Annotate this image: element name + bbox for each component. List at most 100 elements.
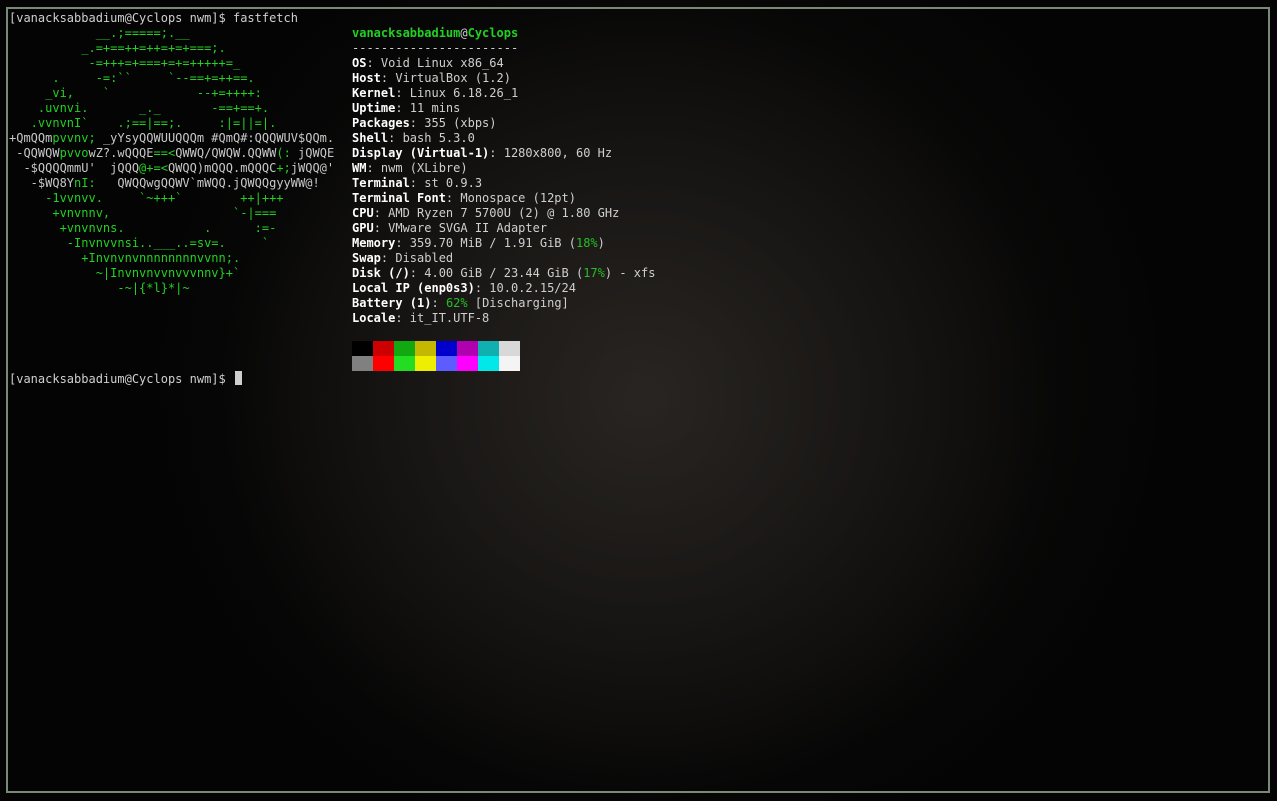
info-value: : VMware SVGA II Adapter [373,221,548,235]
logo-segment: __.;=====;.__ [9,26,190,40]
info-row: Battery (1): 62% [Discharging] [352,296,569,311]
palette-swatch-bright-3 [415,356,436,371]
logo-segment: -Invnvvnsi..___..=sv=. ` [9,236,270,250]
info-label: WM [352,161,367,175]
logo-segment: wZ?.wQQQE [88,146,154,160]
info-percent: 17% [583,266,605,280]
logo-segment: _vi, ` --+=++++: [9,86,262,100]
logo-line: -1vvnvv. `~+++` ++|+++ [9,191,284,206]
logo-segment: +vnvnnv, `-|=== [9,206,277,220]
info-row: CPU: AMD Ryzen 7 5700U (2) @ 1.80 GHz [352,206,619,221]
prompt-text: [vanacksabbadium@Cyclops nwm]$ [9,372,233,386]
palette-swatch-bright-0 [352,356,373,371]
logo-line: -$WQ8YnI: QWQQwgQQWV`mWQQ.jQWQQgyyWW@! [9,176,320,191]
info-tail: ) [597,236,605,250]
info-value: : bash 5.3.0 [388,131,475,145]
info-value: : Disabled [380,251,454,265]
info-row: Host: VirtualBox (1.2) [352,71,511,86]
info-row: Terminal: st 0.9.3 [352,176,482,191]
palette-swatch-normal-1 [373,341,394,356]
palette-swatch-normal-7 [499,341,520,356]
logo-segment: -~|{*l}*|~ [9,281,190,295]
info-row: OS: Void Linux x86_64 [352,56,504,71]
palette-swatch-bright-5 [457,356,478,371]
info-row: Kernel: Linux 6.18.26_1 [352,86,518,101]
info-label: Kernel [352,86,396,100]
info-label: Locale [352,311,396,325]
info-value: : 4.00 GiB / 23.44 GiB ( [409,266,584,280]
info-value: : 359.70 MiB / 1.91 GiB ( [395,236,576,250]
info-value: : st 0.9.3 [409,176,483,190]
info-label: Battery (1) [352,296,432,310]
logo-segment: _yYsyQQWUUQQQm #QmQ#:QQQWUV$QQm. [102,131,335,145]
logo-segment: ==< [153,146,176,160]
logo-segment: . -=:`` `--==+=++==. [9,71,255,85]
logo-segment: jWQQ@' [290,161,335,175]
username: vanacksabbadium [352,26,461,40]
shell-prompt[interactable]: [vanacksabbadium@Cyclops nwm]$ [9,371,242,387]
info-row: WM: nwm (XLibre) [352,161,468,176]
logo-segment: -1vvnvv. `~+++` ++|+++ [9,191,284,205]
logo-line: -=+++=+===+=+=+++++=_ [9,56,240,71]
logo-line: ~|Invnvnvvnvvvnnv}+` [9,266,241,281]
palette-swatch-normal-2 [394,341,415,356]
info-label: GPU [352,221,374,235]
info-label: Terminal Font [352,191,446,205]
info-value: : Void Linux x86_64 [366,56,504,70]
logo-line: . -=:`` `--==+=++==. [9,71,255,86]
info-label: Swap [352,251,381,265]
logo-line: +Invnvnvnnnnnnnnvvnn;. [9,251,240,266]
palette-swatch-bright-1 [373,356,394,371]
logo-line: -~|{*l}*|~ [9,281,190,296]
logo-line: _vi, ` --+=++++: [9,86,262,101]
logo-segment: QWWQ/QWQW.QQWW [175,146,277,160]
info-label: CPU [352,206,374,220]
logo-line: +QmQQmpvvnv; _yYsyQQWUUQQQm #QmQ#:QQQWUV… [9,131,334,146]
info-label: Display (Virtual-1) [352,146,490,160]
palette-swatch-normal-4 [436,341,457,356]
info-row: Swap: Disabled [352,251,453,266]
info-value: : Monospace (12pt) [445,191,576,205]
logo-line: __.;=====;.__ [9,26,190,41]
info-row: GPU: VMware SVGA II Adapter [352,221,547,236]
logo-segment: +; [276,161,291,175]
info-percent: 18% [575,236,598,250]
palette-swatch-normal-3 [415,341,436,356]
hostname: Cyclops [467,26,519,40]
logo-line: +vnvnvns. . :=- [9,221,277,236]
command-line: [vanacksabbadium@Cyclops nwm]$ fastfetch [9,11,298,25]
info-label: Memory [352,236,396,250]
logo-segment: pvvo [59,146,89,160]
logo-line: .uvnvi. _._ -==+==+. [9,101,269,116]
info-row: Disk (/): 4.00 GiB / 23.44 GiB (17%) - x… [352,266,655,281]
logo-segment: QWQQ)mQQQ.mQQQC [167,161,277,175]
info-label: Local IP (enp0s3) [352,281,475,295]
logo-segment: +vnvnvns. . :=- [9,221,277,235]
info-value: : VirtualBox (1.2) [380,71,511,85]
info-row: Display (Virtual-1): 1280x800, 60 Hz [352,146,612,161]
info-value: : 10.0.2.15/24 [474,281,576,295]
logo-segment: -QQWQW [9,146,60,160]
separator-line: ----------------------- [352,41,519,55]
info-row: Local IP (enp0s3): 10.0.2.15/24 [352,281,576,296]
logo-line: -QQWQWpvvowZ?.wQQQE==<QWWQ/QWQW.QQWW(: j… [9,146,334,161]
info-value: : AMD Ryzen 7 5700U (2) @ 1.80 GHz [373,206,620,220]
logo-segment: -=+++=+===+=+=+++++=_ [9,56,241,70]
logo-segment: -$QQQQmmU' jQQQ [9,161,140,175]
user-host-header: vanacksabbadium@Cyclops [352,26,518,41]
info-row: Shell: bash 5.3.0 [352,131,475,146]
logo-segment: -$WQ8Y [9,176,75,190]
info-row: Terminal Font: Monospace (12pt) [352,191,576,206]
logo-segment: pvvnv; [52,131,103,145]
info-tail: ) - xfs [604,266,656,280]
info-value: : 11 mins [395,101,461,115]
info-value: : 1280x800, 60 Hz [489,146,613,160]
logo-segment: ~|Invnvnvvnvvvnnv}+` [9,266,241,280]
info-label: Terminal [352,176,410,190]
palette-swatch-bright-7 [499,356,520,371]
palette-swatch-bright-4 [436,356,457,371]
logo-segment: QWQQwgQQWV`mWQQ.jQWQQgyyWW@! [117,176,320,190]
logo-segment: +Invnvnvnnnnnnnnvvnn;. [9,251,241,265]
logo-line: -Invnvvnsi..___..=sv=. ` [9,236,269,251]
logo-segment: _.=+==++=++=+=+===;. [9,41,226,55]
